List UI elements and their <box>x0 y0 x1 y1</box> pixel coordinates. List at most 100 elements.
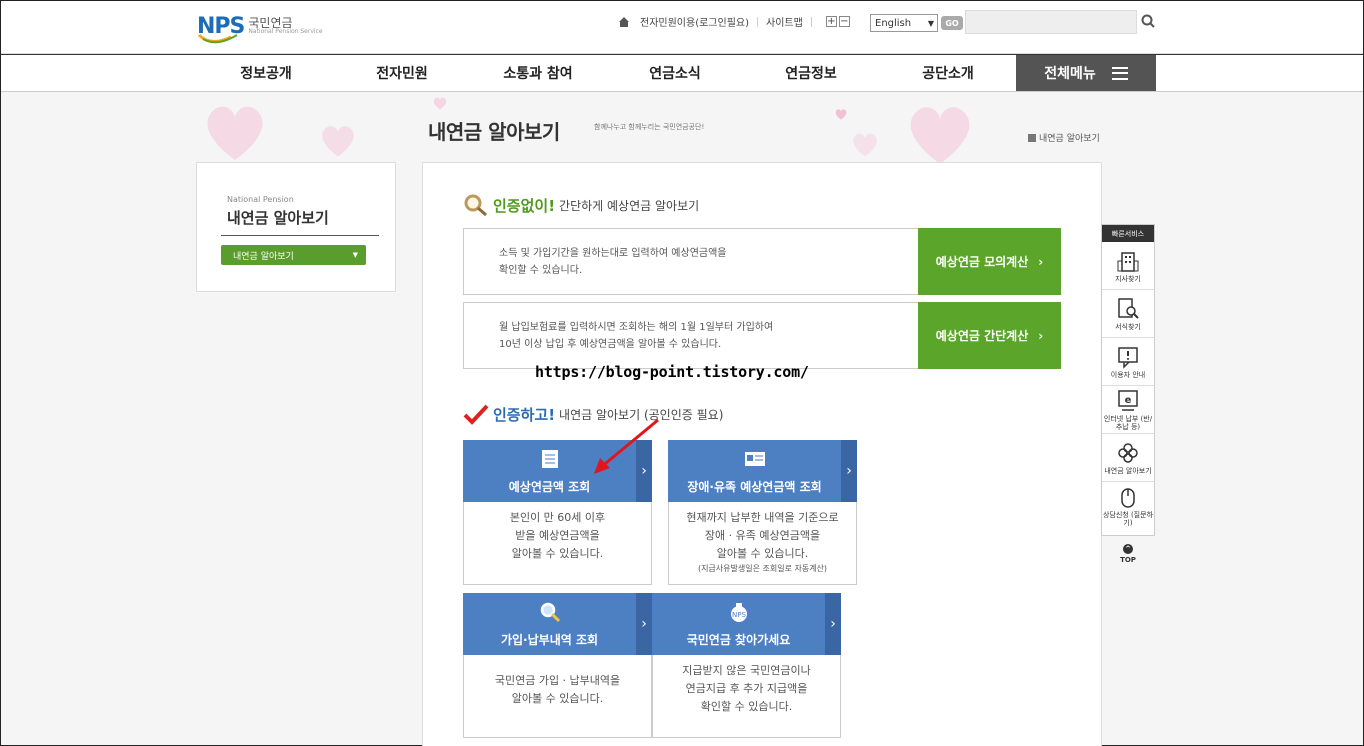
search-input[interactable] <box>965 10 1137 34</box>
card-line: 국민연금 가입 · 납부내역을 <box>494 674 621 687</box>
money-bag-icon: NPS <box>731 603 747 622</box>
quick-item-label: 서식찾기 <box>1115 322 1141 331</box>
nps-logo[interactable]: NPS 국민연금 National Pension Service <box>197 9 337 44</box>
quick-item-label: 지사찾기 <box>1115 274 1141 283</box>
gnb-item-epetition[interactable]: 전자민원 <box>332 55 472 91</box>
breadcrumb: 내연금 알아보기 <box>1028 131 1100 144</box>
all-menu-label: 전체메뉴 <box>1044 66 1096 82</box>
card-description: 현재까지 납부한 내역을 기준으로 장애 · 유족 예상연금액을 알아볼 수 있… <box>669 509 856 575</box>
arrow-up-icon: ^ <box>1123 544 1133 554</box>
card-line: 알아볼 수 있습니다. <box>511 547 604 560</box>
speech-bubble-icon <box>1118 346 1138 369</box>
top-button-label: TOP <box>1120 556 1136 564</box>
page-subtitle: 함께나누고 함께누리는 국민연금공단! <box>594 123 705 131</box>
svg-text:e: e <box>1125 395 1132 406</box>
card-line: 장애 · 유족 예상연금액을 <box>704 529 821 542</box>
logo-kr: 국민연금 National Pension Service <box>248 17 322 35</box>
gnb-item-about[interactable]: 공단소개 <box>878 55 1018 91</box>
heart-decoration-icon <box>910 107 970 164</box>
calc-description: 월 납입보험료를 입력하시면 조회하는 해의 1월 1일부터 가입하여 10년 이… <box>499 319 773 353</box>
simple-calc-button[interactable]: 예상연금 간단계산 › <box>918 302 1061 369</box>
zoom-in-button[interactable]: + <box>825 16 837 27</box>
quick-item-label: 내연금 알아보기 <box>1104 466 1152 475</box>
magnifier-icon <box>540 602 561 623</box>
card-line: 지급받지 않은 국민연금이나 <box>682 664 811 677</box>
all-menu-button[interactable]: 전체메뉴 <box>1016 55 1156 91</box>
calc-box-simulation: 소득 및 가입기간을 원하는대로 입력하여 예상연금액을 확인할 수 있습니다. … <box>463 228 1061 295</box>
home-icon[interactable] <box>618 16 630 28</box>
go-button[interactable]: GO <box>941 16 963 30</box>
watermark-url: https://blog-point.tistory.com/ <box>535 363 809 381</box>
card-header: NPS 국민연금 찾아가세요 › <box>652 593 841 655</box>
document-icon <box>542 450 558 468</box>
sidebar-item-my-pension[interactable]: 내연금 알아보기 ▼ <box>221 245 366 265</box>
zoom-out-button[interactable]: − <box>838 16 850 27</box>
calc-box-simple: 월 납입보험료를 입력하시면 조회하는 해의 1월 1일부터 가입하여 10년 이… <box>463 302 1061 369</box>
calc-description: 소득 및 가입기간을 원하는대로 입력하여 예상연금액을확인할 수 있습니다. <box>499 245 727 279</box>
section-text: 간단하게 예상연금 알아보기 <box>559 198 700 213</box>
heart-decoration-icon <box>433 97 447 110</box>
sidebar: National Pension 내연금 알아보기 내연금 알아보기 ▼ <box>196 162 396 292</box>
quick-item-branch[interactable]: 지사찾기 <box>1102 242 1154 290</box>
quick-item-label: 이용자 안내 <box>1110 370 1146 379</box>
simulation-calc-button[interactable]: 예상연금 모의계산 › <box>918 228 1061 295</box>
card-note: (지급사유발생일은 조회일로 자동계산) <box>697 564 828 573</box>
quick-item-my-pension[interactable]: 내연금 알아보기 <box>1102 434 1154 482</box>
card-line: 본인이 만 60세 이후 <box>509 511 606 524</box>
calc-button-label: 예상연금 모의계산 <box>935 255 1029 269</box>
zoom-controls: + − <box>825 16 850 27</box>
card-line: 알아볼 수 있습니다. <box>511 692 604 705</box>
card-line: 연금지급 후 추가 지급액을 <box>685 682 808 695</box>
quick-item-forms[interactable]: 서식찾기 <box>1102 290 1154 338</box>
red-arrow-icon <box>594 418 659 474</box>
quick-item-label: 상담신청 (질문하기) <box>1102 511 1154 527</box>
quick-item-label: 인터넷 납부 (반/추납 등) <box>1103 414 1153 431</box>
chevron-right-icon: › <box>841 440 857 502</box>
building-icon <box>1117 251 1139 272</box>
card-subscription-history[interactable]: 가입·납부내역 조회 › 국민연금 가입 · 납부내역을 알아볼 수 있습니다. <box>463 593 652 738</box>
language-select[interactable]: English ▼ <box>870 14 938 32</box>
main-navigation: 정보공개 전자민원 소통과 참여 연금소식 연금정보 공단소개 전체메뉴 <box>1 54 1363 92</box>
card-line: 현재까지 납부한 내역을 기준으로 <box>686 511 839 524</box>
top-bar: NPS 국민연금 National Pension Service 전자민원이용(… <box>1 1 1363 54</box>
quick-item-guide[interactable]: 이용자 안내 <box>1102 338 1154 386</box>
card-header: 가입·납부내역 조회 › <box>463 593 652 655</box>
logo-swoosh-icon <box>197 33 238 44</box>
card-title: 가입·납부내역 조회 <box>500 633 599 647</box>
page-title: 내연금 알아보기 <box>428 120 560 144</box>
sidebar-en-title: National Pension <box>227 195 294 204</box>
chevron-right-icon: › <box>1038 328 1044 343</box>
util-link-sitemap[interactable]: 사이트맵 <box>766 14 803 29</box>
heart-decoration-icon <box>322 126 354 157</box>
heart-decoration-icon <box>853 133 877 157</box>
heart-decoration-icon <box>207 106 263 160</box>
quick-item-consult[interactable]: 상담신청 (질문하기) <box>1102 482 1154 530</box>
id-card-icon <box>745 452 765 466</box>
card-title: 장애·유족 예상연금액 조회 <box>687 480 822 494</box>
breadcrumb-current[interactable]: 내연금 알아보기 <box>1039 131 1100 144</box>
card-description: 본인이 만 60세 이후 받을 예상연금액을 알아볼 수 있습니다. <box>464 509 651 563</box>
gnb-item-info[interactable]: 정보공개 <box>196 55 336 91</box>
section-strong: 인증없이! <box>493 196 556 215</box>
search-icon[interactable] <box>1141 14 1155 28</box>
quick-item-payment[interactable]: e 인터넷 납부 (반/추납 등) <box>1102 386 1154 434</box>
card-line: 받을 예상연금액을 <box>515 529 600 542</box>
card-line: 알아볼 수 있습니다. <box>716 547 809 560</box>
gnb-item-communication[interactable]: 소통과 참여 <box>468 55 608 91</box>
card-disability-survivor[interactable]: 장애·유족 예상연금액 조회 › 현재까지 납부한 내역을 기준으로 장애 · … <box>668 440 857 585</box>
calc-desc-line2: 확인할 수 있습니다. <box>499 265 583 276</box>
home-icon <box>1028 133 1036 142</box>
card-title: 국민연금 찾아가세요 <box>686 633 791 647</box>
util-link-epetition[interactable]: 전자민원이용(로그인필요) <box>640 14 749 29</box>
calc-desc-line1: 월 납입보험료를 입력하시면 조회하는 해의 1월 1일부터 가입하여 <box>499 322 774 333</box>
gnb-item-pension-info[interactable]: 연금정보 <box>741 55 881 91</box>
card-description: 지급받지 않은 국민연금이나 연금지급 후 추가 지급액을 확인할 수 있습니다… <box>653 662 840 716</box>
card-line: 확인할 수 있습니다. <box>700 700 793 713</box>
calc-desc-line1: 소득 및 가입기간을 원하는대로 입력하여 예상연금액을 <box>499 248 727 259</box>
divider <box>810 16 812 27</box>
gnb-item-news[interactable]: 연금소식 <box>605 55 745 91</box>
card-find-pension[interactable]: NPS 국민연금 찾아가세요 › 지급받지 않은 국민연금이나 연금지급 후 추… <box>652 593 841 738</box>
card-description: 국민연금 가입 · 납부내역을 알아볼 수 있습니다. <box>464 672 651 708</box>
top-button[interactable]: ^ TOP <box>1118 544 1138 564</box>
hamburger-icon <box>1111 66 1128 80</box>
